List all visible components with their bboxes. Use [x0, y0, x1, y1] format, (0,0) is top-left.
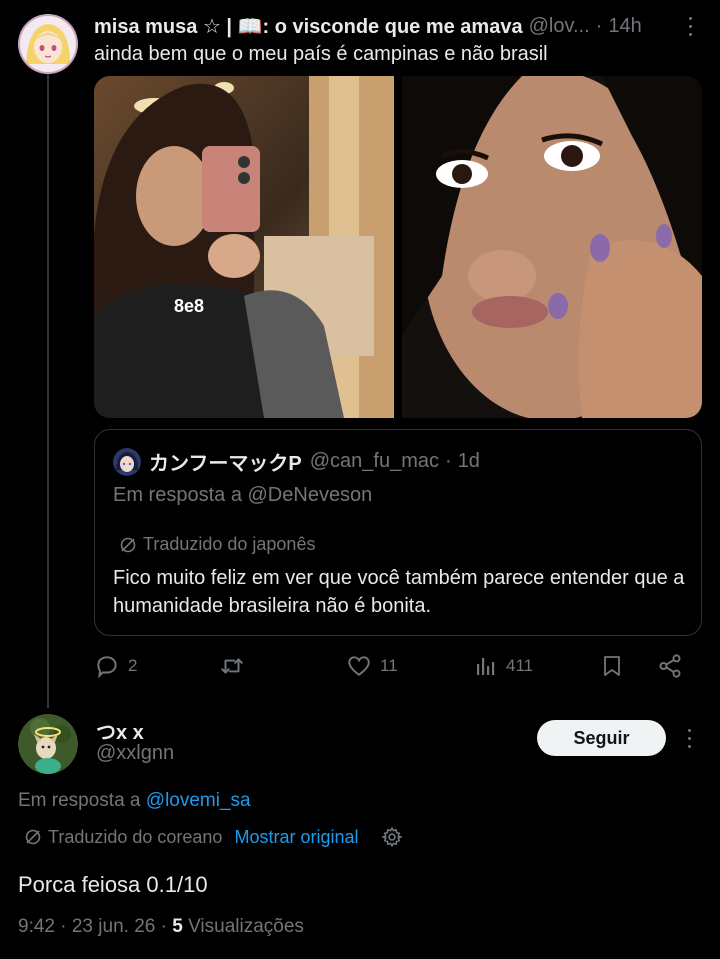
svg-text:8e8: 8e8 — [174, 296, 204, 316]
quoted-author-name: カンフーマックP — [149, 453, 302, 475]
reply-views-count: 5 — [172, 916, 183, 937]
author-handle[interactable]: @lov... — [529, 15, 590, 38]
translation-bar: Traduzido do coreano Mostrar original — [24, 826, 403, 848]
more-options-icon[interactable] — [685, 726, 693, 750]
reply-author-handle[interactable]: @xxlgnn — [96, 742, 174, 765]
translation-label: Traduzido do coreano — [48, 826, 223, 847]
translate-icon — [120, 537, 136, 552]
reply-author-name[interactable]: つx x — [96, 716, 144, 745]
reply-timestamp[interactable]: 9:42 · 23 jun. 26 · — [18, 916, 167, 937]
quoted-author-avatar — [113, 447, 141, 476]
like-count: 11 — [380, 656, 398, 675]
media-photo-1[interactable]: 8e8 — [94, 76, 394, 418]
reply-button[interactable]: 2 — [94, 650, 137, 682]
thread-connector-line — [47, 74, 49, 708]
author-name[interactable]: misa musa ☆ | 📖: o visconde que me amava — [94, 14, 523, 39]
retweet-button[interactable] — [218, 650, 254, 682]
quoted-tweet-time: 1d — [457, 450, 480, 472]
reply-icon — [97, 656, 117, 679]
analytics-icon — [477, 658, 495, 675]
bookmark-button[interactable] — [600, 650, 632, 682]
reply-views-label: Visualizações — [188, 916, 304, 937]
reply-text: Porca feiosa 0.1/10 — [18, 872, 208, 897]
more-options-icon[interactable] — [686, 14, 694, 38]
quoted-tweet[interactable]: カンフーマックP @can_fu_mac · 1d Em resposta a … — [94, 429, 702, 636]
follow-button[interactable]: Seguir — [537, 720, 666, 756]
share-icon — [659, 654, 681, 678]
bookmark-icon — [604, 656, 620, 676]
translate-icon — [25, 829, 41, 845]
like-button[interactable]: 11 — [346, 650, 398, 682]
retweet-icon — [221, 658, 243, 674]
author-avatar[interactable] — [18, 14, 78, 74]
replying-to: Em resposta a @lovemi_sa — [18, 790, 251, 811]
gear-icon[interactable] — [380, 826, 403, 848]
tweet-text: ainda bem que o meu país é campinas e nã… — [94, 43, 548, 65]
tweet-actions: 2 11 411 — [94, 650, 702, 682]
media-photo-2[interactable] — [402, 76, 702, 418]
show-original-link[interactable]: Mostrar original — [234, 827, 358, 848]
quoted-author-handle: @can_fu_mac — [309, 450, 440, 472]
tweet-header: misa musa ☆ | 📖: o visconde que me amava… — [94, 12, 700, 40]
quoted-translation-label: Traduzido do japonês — [119, 534, 315, 555]
separator-dot: · — [595, 14, 603, 37]
separator-dot: · — [445, 450, 452, 472]
quoted-tweet-text: Fico muito feliz em ver que você também … — [113, 567, 685, 617]
quoted-replying-to: Em resposta a @DeNeveson — [113, 484, 373, 506]
tweet-media: 8e8 — [94, 76, 702, 418]
heart-icon — [348, 656, 370, 676]
tweet-time[interactable]: 14h — [608, 15, 641, 38]
quoted-tweet-header: カンフーマックP @can_fu_mac · 1d — [113, 447, 480, 476]
reply-author-avatar[interactable] — [18, 714, 78, 774]
reply-metadata: 9:42 · 23 jun. 26 · 5 Visualizações — [18, 916, 304, 938]
share-button[interactable] — [657, 650, 691, 682]
reply-count: 2 — [128, 656, 138, 675]
views-button[interactable]: 411 — [474, 650, 533, 682]
mention-link[interactable]: @lovemi_sa — [146, 790, 251, 811]
views-count: 411 — [506, 656, 534, 675]
